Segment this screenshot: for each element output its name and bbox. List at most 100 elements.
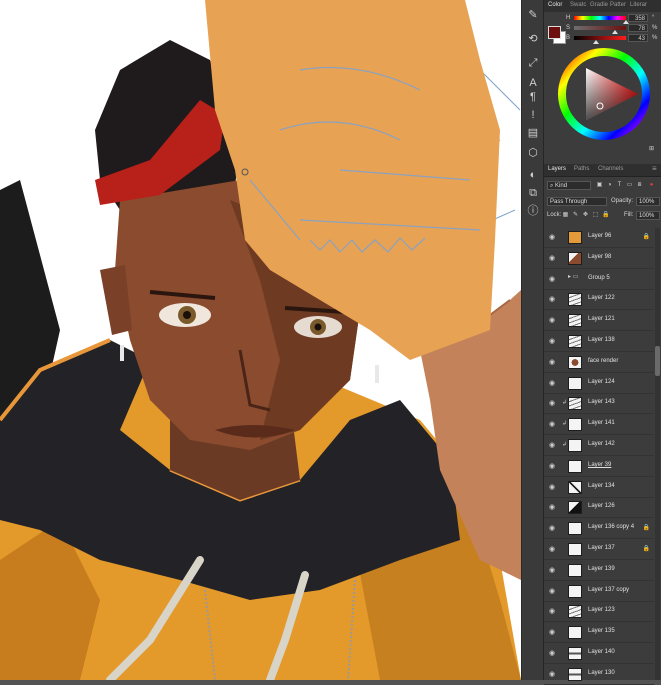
layer-row[interactable]: ◉ Layer 137 🔒 xyxy=(544,540,654,560)
artwork-canvas[interactable] xyxy=(0,0,521,680)
layer-name[interactable]: Layer 39 xyxy=(588,462,611,468)
lock-all-icon[interactable]: 🔒 xyxy=(602,212,609,219)
layer-name[interactable]: Layer 136 copy 4 xyxy=(588,524,634,530)
tab-paths[interactable]: Paths xyxy=(574,166,589,172)
layer-row[interactable]: ◉ Layer 122 xyxy=(544,290,654,311)
layer-name[interactable]: Layer 130 xyxy=(588,670,615,676)
blend-mode-dropdown[interactable]: Pass Through xyxy=(547,197,607,206)
filter-toggle-icon[interactable]: ● xyxy=(648,182,655,189)
foreground-color-swatch[interactable] xyxy=(548,26,561,39)
scrollbar-thumb[interactable] xyxy=(655,346,660,376)
visibility-eye-icon[interactable]: ◉ xyxy=(548,608,556,616)
lock-position-icon[interactable]: ✥ xyxy=(582,212,589,219)
visibility-eye-icon[interactable]: ◉ xyxy=(548,276,556,284)
color-wheel-options-icon[interactable]: ⊞ xyxy=(648,146,655,153)
visibility-eye-icon[interactable]: ◉ xyxy=(548,629,556,637)
layer-name[interactable]: Layer 134 xyxy=(588,483,615,489)
layer-row[interactable]: ◉ Layer 130 xyxy=(544,665,654,685)
info-icon[interactable]: ⓘ xyxy=(526,204,540,218)
layer-name[interactable]: Layer 124 xyxy=(588,379,615,385)
brush-preset-icon[interactable]: ✎ xyxy=(526,8,540,22)
3d-icon[interactable]: ⬡ xyxy=(526,146,540,160)
layer-name[interactable]: face render xyxy=(588,358,618,364)
layer-name[interactable]: Layer 140 xyxy=(588,649,615,655)
layer-list-scrollbar[interactable] xyxy=(655,228,660,680)
history-icon[interactable]: ⟲ xyxy=(526,32,540,46)
visibility-eye-icon[interactable]: ◉ xyxy=(548,255,556,263)
panel-menu-icon[interactable]: ≡ xyxy=(652,164,657,173)
layer-comps-icon[interactable]: ⧉ xyxy=(526,186,540,200)
layer-name[interactable]: Layer 121 xyxy=(588,316,615,322)
layer-row[interactable]: ◉ Layer 126 xyxy=(544,498,654,519)
visibility-eye-icon[interactable]: ◉ xyxy=(548,338,556,346)
layer-row[interactable]: ◉ Layer 136 copy 4 🔒 xyxy=(544,519,654,540)
adjust-icon[interactable]: ◐ xyxy=(526,168,540,182)
layer-row[interactable]: ◉ Layer 135 xyxy=(544,623,654,644)
layer-row[interactable]: ◉ Layer 96 🔒 xyxy=(544,228,654,248)
lock-pixels-icon[interactable]: ✎ xyxy=(572,212,579,219)
brightness-slider[interactable] xyxy=(574,36,626,40)
visibility-eye-icon[interactable]: ◉ xyxy=(548,380,556,388)
tab-layers[interactable]: Layers xyxy=(548,166,566,172)
filter-smart-object-icon[interactable]: ⧈ xyxy=(636,182,643,189)
visibility-eye-icon[interactable]: ◉ xyxy=(548,484,556,492)
filter-pixel-icon[interactable]: ▣ xyxy=(596,182,603,189)
layer-row[interactable]: ◉ Layer 138 xyxy=(544,332,654,352)
layer-row[interactable]: ◉ ▸ ▭ Group 5 xyxy=(544,270,654,290)
brightness-value[interactable]: 43 xyxy=(628,34,648,42)
filter-type-icon[interactable]: T xyxy=(616,182,623,189)
layer-name[interactable]: Layer 135 xyxy=(588,628,615,634)
tab-swatches[interactable]: Swatc xyxy=(570,2,586,8)
layer-row[interactable]: ◉ ↲ Layer 143 xyxy=(544,394,654,415)
layer-row[interactable]: ◉ Layer 134 xyxy=(544,478,654,498)
layer-name[interactable]: Layer 122 xyxy=(588,295,615,301)
visibility-eye-icon[interactable]: ◉ xyxy=(548,546,556,554)
visibility-eye-icon[interactable]: ◉ xyxy=(548,296,556,304)
layer-row[interactable]: ◉ Layer 140 xyxy=(544,644,654,664)
visibility-eye-icon[interactable]: ◉ xyxy=(548,463,556,471)
visibility-eye-icon[interactable]: ◉ xyxy=(548,650,556,658)
saturation-value[interactable]: 78 xyxy=(628,24,648,32)
visibility-eye-icon[interactable]: ◉ xyxy=(548,421,556,429)
fill-input[interactable]: 100% xyxy=(636,211,660,220)
layer-name[interactable]: Layer 98 xyxy=(588,254,611,260)
lock-artboard-icon[interactable]: ⬚ xyxy=(592,212,599,219)
layer-name[interactable]: Layer 123 xyxy=(588,607,615,613)
layer-name[interactable]: Group 5 xyxy=(588,275,610,281)
hue-slider[interactable] xyxy=(574,16,626,20)
layer-row[interactable]: ◉ Layer 139 xyxy=(544,561,654,581)
opacity-input[interactable]: 100% xyxy=(636,197,660,206)
visibility-eye-icon[interactable]: ◉ xyxy=(548,400,556,408)
layer-name[interactable]: Layer 143 xyxy=(588,399,615,405)
layer-row[interactable]: ◉ ↲ Layer 141 xyxy=(544,415,654,436)
brightness-knob[interactable] xyxy=(593,40,599,44)
color-wheel[interactable] xyxy=(558,48,650,140)
filter-kind-dropdown[interactable]: ⌕ Kind xyxy=(547,181,591,190)
visibility-eye-icon[interactable]: ◉ xyxy=(548,234,556,242)
library-icon[interactable]: ▤ xyxy=(526,126,540,140)
tab-gradients[interactable]: Gradie xyxy=(590,2,608,8)
layer-name[interactable]: Layer 139 xyxy=(588,566,615,572)
visibility-eye-icon[interactable]: ◉ xyxy=(548,359,556,367)
layer-name[interactable]: Layer 137 copy xyxy=(588,587,629,593)
glyph-icon[interactable]: ǃ xyxy=(526,108,540,122)
visibility-eye-icon[interactable]: ◉ xyxy=(548,317,556,325)
filter-adjustment-icon[interactable]: ◑ xyxy=(606,182,613,189)
layer-row[interactable]: ◉ Layer 137 copy xyxy=(544,582,654,602)
visibility-eye-icon[interactable]: ◉ xyxy=(548,525,556,533)
layer-name[interactable]: Layer 137 xyxy=(588,545,615,551)
hue-value[interactable]: 358 xyxy=(628,14,648,22)
tab-patterns[interactable]: Patter xyxy=(610,2,626,8)
character-icon[interactable]: A xyxy=(526,76,540,90)
layer-row[interactable]: ◉ Layer 124 xyxy=(544,374,654,394)
tab-color[interactable]: Color xyxy=(548,2,562,8)
paragraph-icon[interactable]: ¶ xyxy=(526,90,540,104)
layer-row[interactable]: ◉ Layer 39 xyxy=(544,457,654,477)
visibility-eye-icon[interactable]: ◉ xyxy=(548,671,556,679)
filter-shape-icon[interactable]: ▭ xyxy=(626,182,633,189)
visibility-eye-icon[interactable]: ◉ xyxy=(548,504,556,512)
layer-name[interactable]: Layer 141 xyxy=(588,420,615,426)
transform-icon[interactable]: ⤢ xyxy=(526,56,540,70)
layer-name[interactable]: Layer 138 xyxy=(588,337,615,343)
layer-row[interactable]: ◉ Layer 123 xyxy=(544,602,654,623)
